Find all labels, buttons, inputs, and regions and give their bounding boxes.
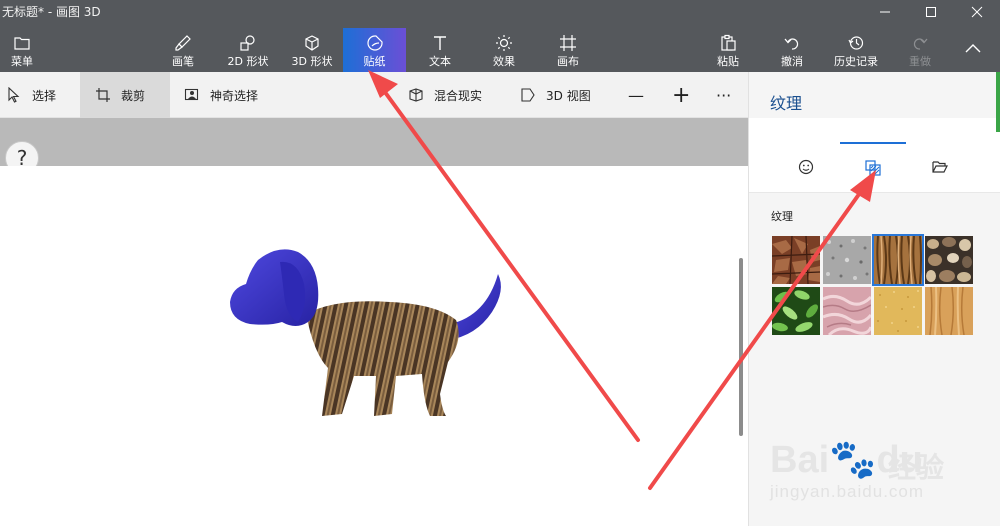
watermark-cn-text: 经验 [888,451,945,484]
canvas-icon [560,35,576,51]
close-icon [971,6,983,18]
history-button[interactable]: 历史记录 [830,28,882,72]
paw-icon: 🐾 [829,439,877,481]
texture-pebbles[interactable] [925,236,973,284]
brushes-label: 画笔 [172,55,194,68]
effects-tool[interactable]: 效果 [484,28,524,72]
select-label: 选择 [32,88,57,103]
texture-granite[interactable] [823,236,871,284]
menu-button[interactable]: 菜单 [4,28,40,72]
main-toolbar: 无标题* - 画图 3D 菜单 画笔 2D 形状 3D 形状 贴纸 文本 效果 … [0,0,1000,72]
minimize-icon [880,11,890,13]
mixed-reality-label: 混合现实 [434,88,483,103]
maximize-icon [926,7,936,17]
folder-icon [14,37,30,50]
history-label: 历史记录 [834,55,878,68]
panel-title: 纹理 [770,94,803,113]
window-controls [862,0,1000,24]
sticker-icon [798,159,814,175]
canvas-background [0,118,748,166]
crop-icon [96,88,110,102]
mixed-reality-icon [409,88,423,102]
select-button[interactable]: 选择 [0,72,80,118]
texture-leaves[interactable] [772,287,820,335]
panel-tabs [749,118,1000,193]
paste-label: 粘贴 [717,55,739,68]
paste-button[interactable]: 粘贴 [710,28,746,72]
texture-sand[interactable] [874,287,922,335]
cube-icon [305,35,319,51]
3d-view-button[interactable]: 3D 视图 [520,72,610,118]
tab-folder[interactable] [907,142,973,192]
text-icon [434,36,446,50]
magic-select-label: 神奇选择 [210,88,259,103]
2d-shapes-tool[interactable]: 2D 形状 [222,28,274,72]
texture-icon [865,160,881,176]
sticker-icon [366,35,383,51]
magic-select-button[interactable]: 神奇选择 [184,72,294,118]
crop-button[interactable]: 裁剪 [80,72,170,118]
zoom-in-button[interactable]: + [672,72,692,118]
watermark-url: jingyan.baidu.com [770,482,925,501]
folder-icon [932,161,948,173]
effects-label: 效果 [493,55,515,68]
texture-marble[interactable] [823,287,871,335]
mixed-reality-button[interactable]: 混合现实 [408,72,508,118]
texture-bark[interactable] [772,236,820,284]
minimize-button[interactable] [862,0,908,24]
tab-textures[interactable] [840,142,906,192]
cursor-icon [8,87,20,103]
texture-wood[interactable] [925,287,973,335]
baidu-watermark: Bai🐾du 经验 jingyan.baidu.com [760,420,990,520]
secondary-toolbar: 选择 裁剪 神奇选择 混合现实 3D 视图 — + ··· [0,72,748,118]
brush-icon [175,35,191,51]
undo-button[interactable]: 撤消 [774,28,810,72]
undo-icon [784,38,799,50]
more-options-button[interactable]: ··· [716,72,738,118]
zoom-out-button[interactable]: — [628,72,646,118]
3d-shapes-tool[interactable]: 3D 形状 [286,28,338,72]
text-tool[interactable]: 文本 [420,28,460,72]
texture-grid [772,234,973,335]
crop-label: 裁剪 [121,88,146,103]
redo-icon [913,38,928,50]
2d-shapes-icon [240,35,255,51]
textures-section-label: 纹理 [771,210,793,223]
menu-label: 菜单 [11,55,33,68]
redo-label: 重做 [909,55,931,68]
window-edge-accent [996,72,1000,132]
vertical-scrollbar[interactable] [739,258,743,436]
text-label: 文本 [429,55,451,68]
clipboard-icon [721,34,736,51]
stickers-tool[interactable]: 贴纸 [343,28,406,72]
window-title: 无标题* - 画图 3D [2,5,101,19]
redo-button[interactable]: 重做 [902,28,938,72]
3d-shapes-label: 3D 形状 [291,55,333,68]
tab-stickers[interactable] [773,142,839,192]
2d-shapes-label: 2D 形状 [227,55,269,68]
brushes-tool[interactable]: 画笔 [160,28,206,72]
canvas-label: 画布 [557,55,579,68]
dog-3d-model[interactable] [224,244,514,424]
texture-hair[interactable] [872,234,924,286]
close-button[interactable] [954,0,1000,24]
magic-select-icon [184,88,199,101]
history-icon [848,36,864,50]
3d-view-label: 3D 视图 [546,88,591,103]
collapse-toolbar-icon[interactable] [964,40,982,58]
undo-label: 撤消 [781,55,803,68]
sun-icon [496,35,512,51]
canvas-tool[interactable]: 画布 [548,28,588,72]
maximize-button[interactable] [908,0,954,24]
3d-view-icon [521,88,535,102]
stickers-label: 贴纸 [363,55,386,68]
